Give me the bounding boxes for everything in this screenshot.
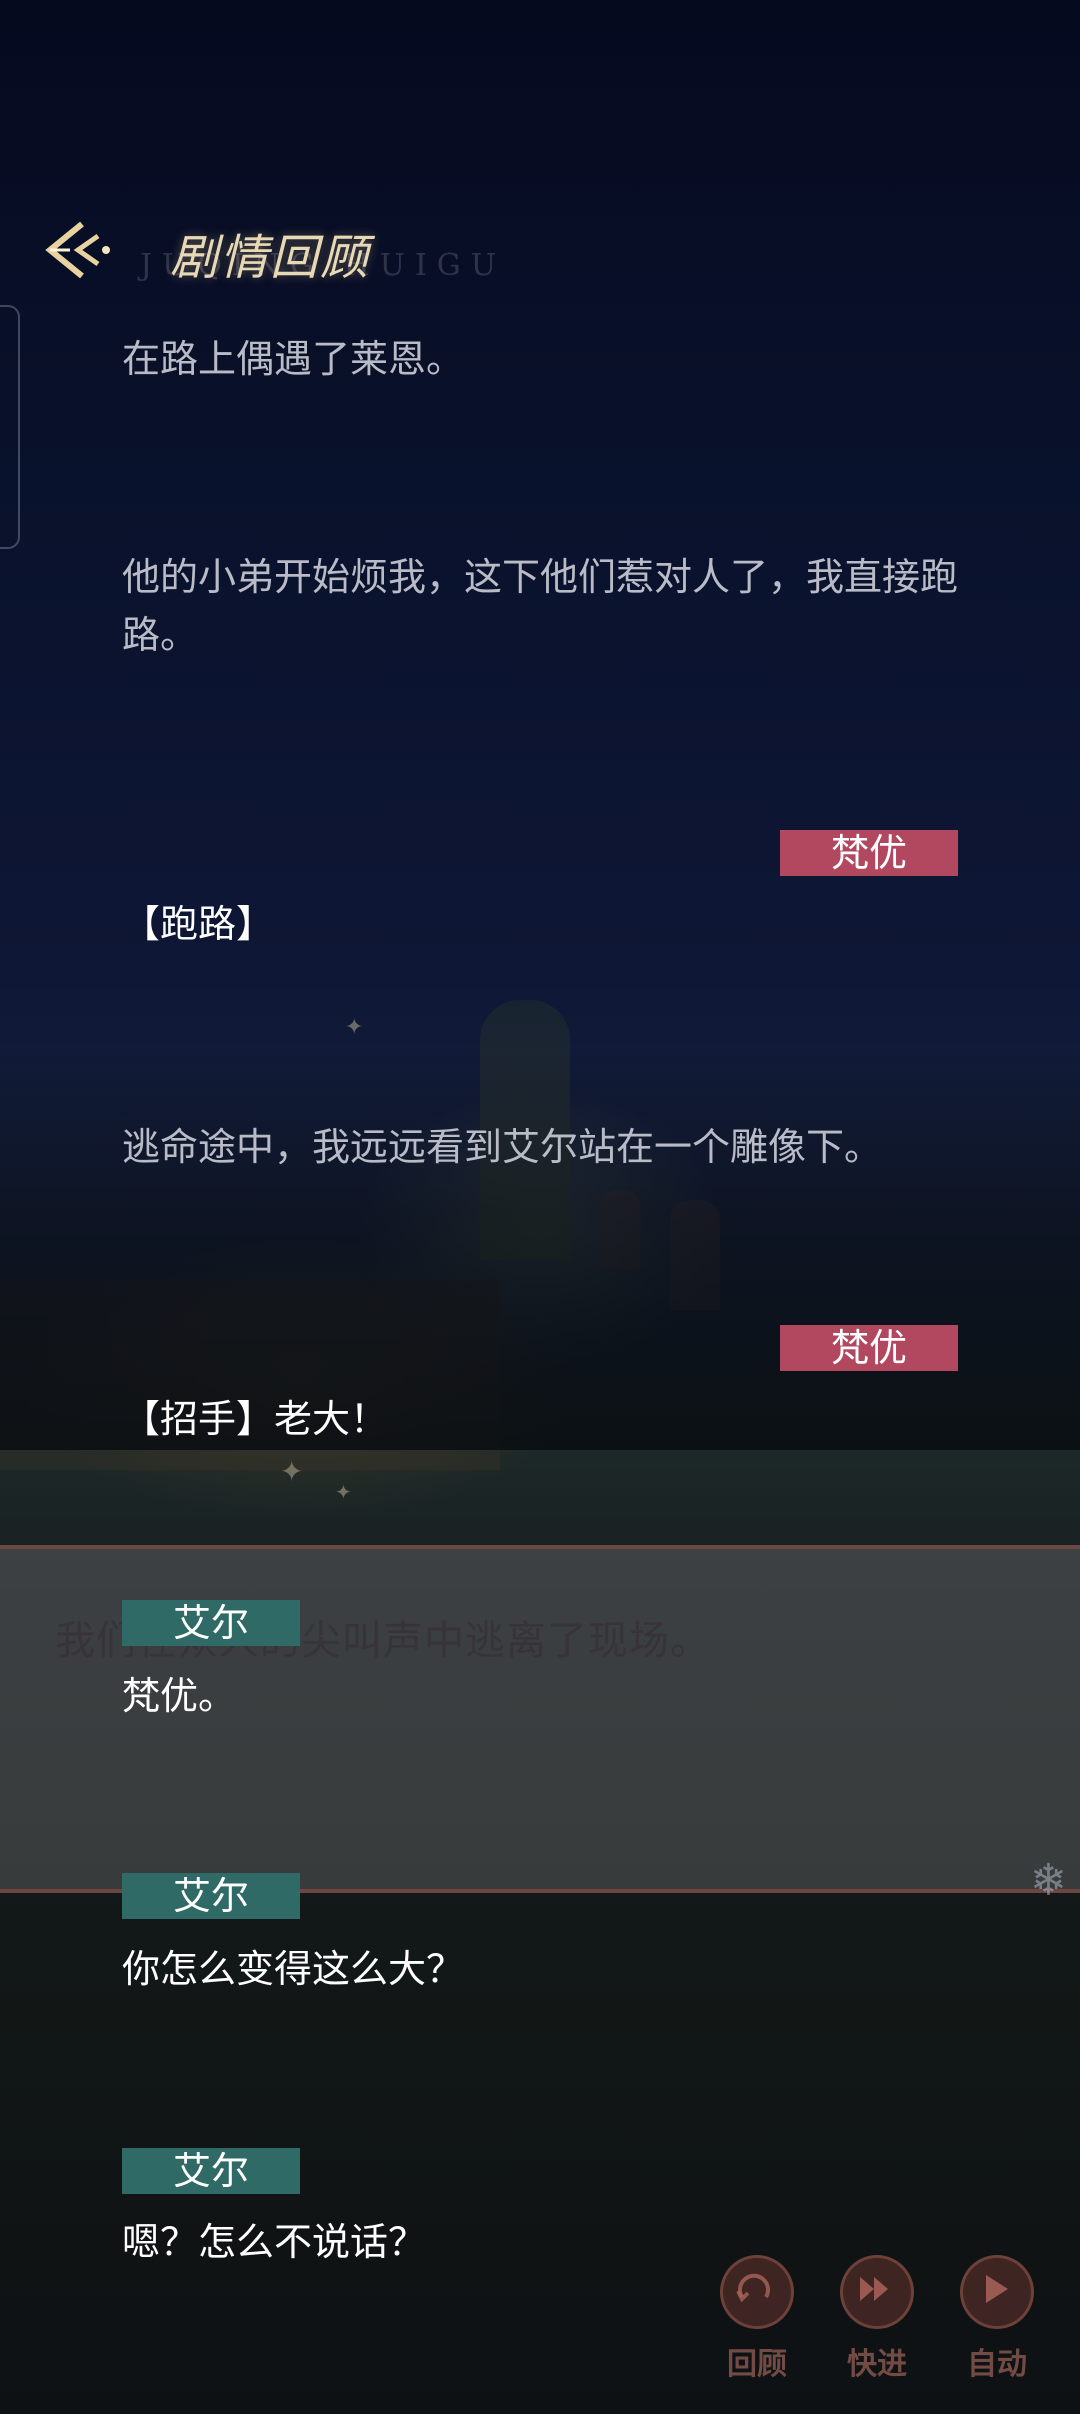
snowflake-icon: ❄ — [1030, 1855, 1067, 1906]
fast-forward-label: 快进 — [847, 2347, 907, 2382]
log-narration: 在路上偶遇了莱恩。 — [122, 337, 465, 381]
fast-forward-button[interactable]: 快进 — [832, 2255, 922, 2383]
speaker-tag: 艾尔 — [122, 1873, 300, 1919]
log-dialogue: 梵优。 — [122, 1674, 237, 1718]
fast-forward-icon — [840, 2255, 914, 2329]
history-label: 回顾 — [727, 2347, 787, 2382]
speaker-tag: 梵优 — [780, 1325, 958, 1371]
playback-controls: 回顾 快进 自动 — [712, 2255, 1052, 2385]
speaker-tag: 艾尔 — [122, 2148, 300, 2194]
history-icon — [720, 2255, 794, 2329]
story-log[interactable]: 在路上偶遇了莱恩。 他的小弟开始烦我，这下他们惹对人了，我直接跑路。 梵优 【跑… — [0, 0, 1080, 2414]
speaker-tag: 梵优 — [780, 830, 958, 876]
play-icon — [960, 2255, 1034, 2329]
log-narration: 逃命途中，我远远看到艾尔站在一个雕像下。 — [122, 1125, 883, 1169]
log-dialogue: 你怎么变得这么大？ — [122, 1947, 465, 1991]
auto-play-button[interactable]: 自动 — [952, 2255, 1042, 2383]
log-narration: 他的小弟开始烦我，这下他们惹对人了，我直接跑路。 — [122, 555, 959, 657]
log-dialogue: 【招手】老大！ — [122, 1397, 389, 1441]
history-button[interactable]: 回顾 — [712, 2255, 802, 2383]
auto-play-label: 自动 — [967, 2347, 1027, 2382]
log-dialogue: 【跑路】 — [122, 902, 275, 946]
speaker-tag: 艾尔 — [122, 1600, 300, 1646]
